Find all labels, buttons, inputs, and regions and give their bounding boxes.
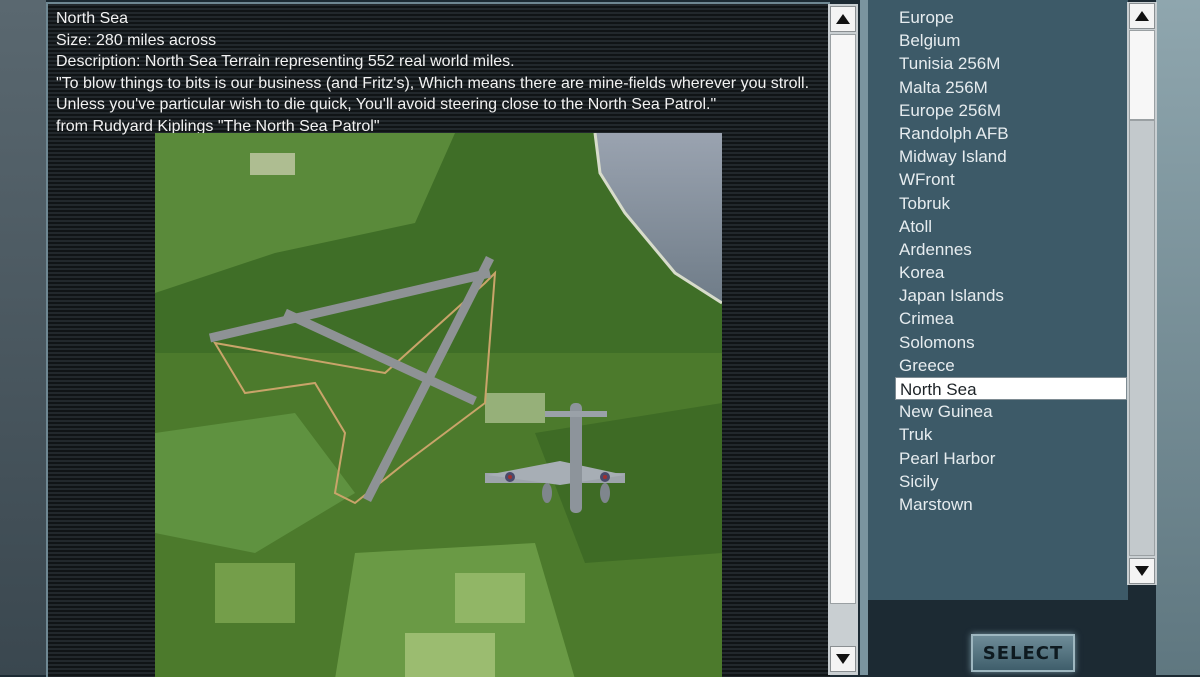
map-list-item[interactable]: Marstown [895,493,1127,516]
chevron-up-icon [836,14,850,24]
map-list-item[interactable]: WFront [895,168,1127,191]
map-description-text: North Sea Size: 280 miles across Descrip… [56,8,826,137]
map-list-item[interactable]: North Sea [895,377,1127,401]
map-list-scrollbar[interactable] [1127,2,1157,585]
map-list-item[interactable]: Malta 256M [895,76,1127,99]
map-list-item[interactable]: Pearl Harbor [895,447,1127,470]
map-list-item[interactable]: Tobruk [895,192,1127,215]
chevron-up-icon [1135,11,1149,21]
map-list-item[interactable]: Europe [895,6,1127,29]
map-list-item[interactable]: Belgium [895,29,1127,52]
description-scrollbar[interactable] [828,4,858,675]
map-list-item[interactable]: New Guinea [895,400,1127,423]
scroll-down-button[interactable] [830,646,856,672]
map-quote: "To blow things to bits is our business … [56,74,810,114]
chevron-down-icon [836,654,850,664]
map-list[interactable]: Europe Belgium Tunisia 256M Malta 256M Europ… [895,6,1127,516]
map-list-item[interactable]: Atoll [895,215,1127,238]
map-list-item[interactable]: Crimea [895,307,1127,330]
map-list-item[interactable]: Ardennes [895,238,1127,261]
list-scroll-track[interactable] [1129,120,1155,556]
terrain-illustration [155,133,722,677]
list-scroll-thumb-upper[interactable] [1129,30,1155,120]
scroll-thumb[interactable] [830,34,856,604]
background-right [1156,0,1200,675]
map-list-panel: Europe Belgium Tunisia 256M Malta 256M Europ… [868,0,1128,600]
panel-divider [860,0,868,675]
map-list-item[interactable]: Solomons [895,331,1127,354]
background-left [0,0,46,675]
list-scroll-up-button[interactable] [1129,3,1155,29]
map-list-item[interactable]: Sicily [895,470,1127,493]
map-list-item[interactable]: Tunisia 256M [895,52,1127,75]
map-size: Size: 280 miles across [56,31,217,49]
map-list-item[interactable]: Europe 256M [895,99,1127,122]
map-list-item[interactable]: Greece [895,354,1127,377]
map-list-item[interactable]: Midway Island [895,145,1127,168]
select-button[interactable]: SELECT [971,634,1075,672]
scroll-up-button[interactable] [830,6,856,32]
map-description: Description: North Sea Terrain represent… [56,53,515,70]
map-list-item[interactable]: Korea [895,261,1127,284]
map-title: North Sea [56,10,129,27]
map-list-item[interactable]: Japan Islands [895,284,1127,307]
map-preview-image [155,133,722,677]
map-list-item[interactable]: Truk [895,423,1127,446]
map-description-panel: North Sea Size: 280 miles across Descrip… [46,2,830,677]
chevron-down-icon [1135,566,1149,576]
list-scroll-down-button[interactable] [1129,558,1155,584]
map-list-item[interactable]: Randolph AFB [895,122,1127,145]
